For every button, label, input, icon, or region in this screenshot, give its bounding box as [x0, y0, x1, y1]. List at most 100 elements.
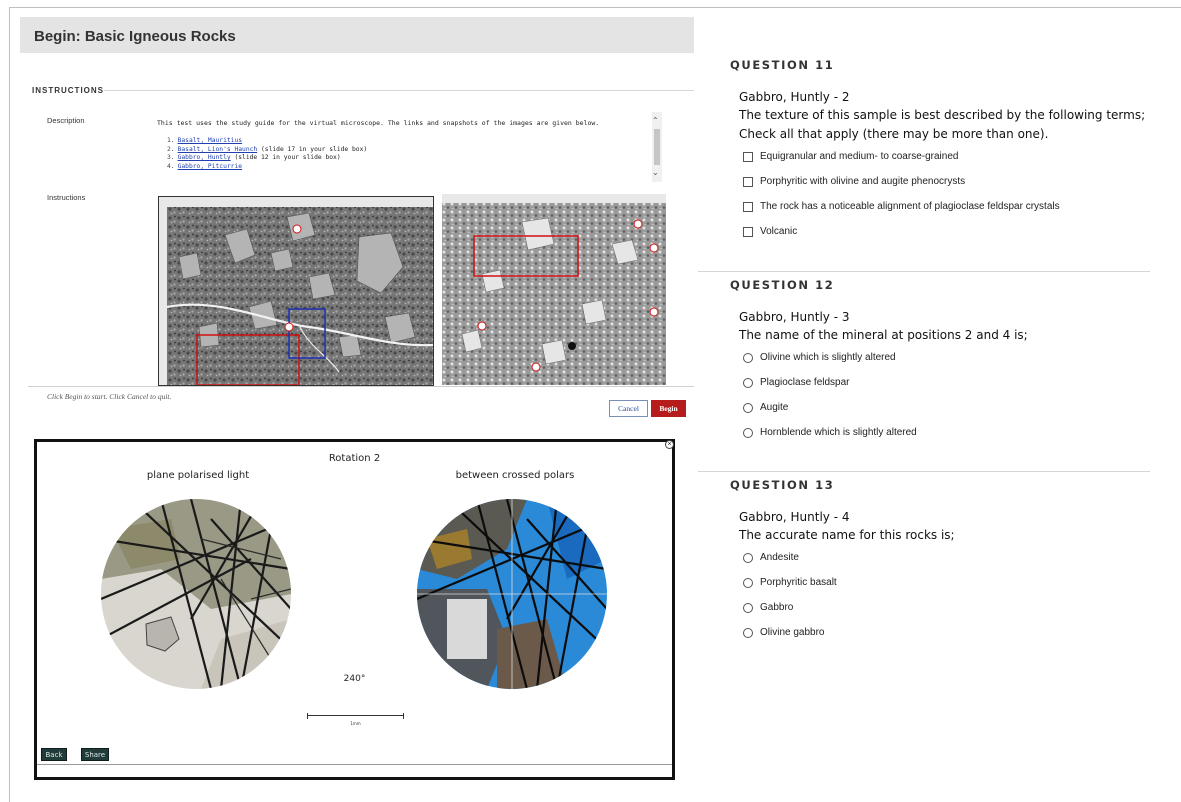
radio-icon[interactable]	[743, 627, 753, 638]
begin-button[interactable]: Begin	[651, 400, 686, 417]
question-text: The name of the mineral at positions 2 a…	[739, 328, 1028, 342]
list-note: (slide 17 in your slide box)	[257, 145, 368, 153]
list-item: 3. Gabbro, Huntly (slide 12 in your slide…	[167, 154, 367, 163]
radio-icon[interactable]	[743, 552, 753, 563]
test-title: Begin: Basic Igneous Rocks	[34, 28, 236, 45]
option-label: Hornblende which is slightly altered	[760, 427, 917, 438]
option-gabbro[interactable]: Gabbro	[743, 595, 1150, 620]
scale-bar	[307, 713, 404, 719]
option-label: Volcanic	[760, 226, 798, 237]
list-number: 3.	[167, 154, 175, 161]
radio-icon[interactable]	[743, 352, 753, 363]
link-basalt-mauritius[interactable]: Basalt, Mauritius	[178, 137, 242, 144]
option-hornblende[interactable]: Hornblende which is slightly altered	[743, 420, 1150, 445]
question-text: The texture of this sample is best descr…	[739, 108, 1146, 141]
question-12: QUESTION 12 Gabbro, Huntly - 3 The name …	[730, 278, 1150, 445]
option-list: Olivine which is slightly altered Plagio…	[743, 345, 1150, 445]
test-header: Begin: Basic Igneous Rocks	[20, 17, 694, 53]
instructions-heading: INSTRUCTIONS	[32, 86, 104, 95]
link-basalt-lions-haunch[interactable]: Basalt, Lion's Haunch	[178, 146, 258, 153]
option-label: Olivine which is slightly altered	[760, 352, 896, 363]
scale-bar-line	[308, 715, 403, 716]
checkbox-icon[interactable]	[743, 151, 753, 162]
question-11: QUESTION 11 Gabbro, Huntly - 2 The textu…	[730, 58, 1150, 244]
frame-top-border	[9, 7, 1181, 8]
back-button[interactable]: Back	[41, 748, 67, 761]
question-divider	[698, 271, 1150, 272]
option-label: Porphyritic with olivine and augite phen…	[760, 176, 966, 187]
option-list: Equigranular and medium- to coarse-grain…	[743, 144, 1150, 244]
list-note: (slide 12 in your slide box)	[230, 154, 341, 161]
list-number: 4.	[167, 162, 175, 170]
option-label: Olivine gabbro	[760, 627, 825, 638]
frame-left-border	[9, 7, 10, 802]
xpl-view[interactable]	[417, 499, 607, 689]
close-icon[interactable]: ×	[665, 440, 674, 449]
list-item: 4. Gabbro, Pitcurrie	[167, 163, 367, 172]
checkbox-icon[interactable]	[743, 201, 753, 212]
option-equigranular[interactable]: Equigranular and medium- to coarse-grain…	[743, 144, 1150, 169]
option-label: Gabbro	[760, 602, 794, 613]
option-label: Porphyritic basalt	[760, 577, 837, 588]
option-label: Andesite	[760, 552, 799, 563]
option-porphyritic-basalt[interactable]: Porphyritic basalt	[743, 570, 1150, 595]
viewer-footer-divider	[37, 764, 672, 765]
question-heading: Gabbro, Huntly - 2	[739, 90, 850, 104]
cancel-button[interactable]: Cancel	[609, 400, 648, 417]
footer-divider	[28, 386, 694, 387]
thin-section-image-b	[442, 194, 666, 385]
checkbox-icon[interactable]	[743, 176, 753, 187]
description-text: This test uses the study guide for the v…	[157, 119, 600, 127]
option-label: Augite	[760, 402, 789, 413]
checkbox-icon[interactable]	[743, 226, 753, 237]
link-gabbro-pitcurrie[interactable]: Gabbro, Pitcurrie	[178, 163, 242, 170]
list-item: 1. Basalt, Mauritius	[167, 137, 367, 146]
radio-icon[interactable]	[743, 427, 753, 438]
question-heading: Gabbro, Huntly - 3	[739, 310, 850, 324]
radio-icon[interactable]	[743, 402, 753, 413]
scroll-down-icon[interactable]: ⌄	[652, 168, 659, 177]
thin-section-image-a	[158, 196, 434, 386]
share-button[interactable]: Share	[81, 748, 109, 761]
option-label: Plagioclase feldspar	[760, 377, 850, 388]
question-13: QUESTION 13 Gabbro, Huntly - 4 The accur…	[730, 478, 1150, 645]
scroll-up-icon[interactable]: ⌃	[652, 116, 659, 125]
option-label: Equigranular and medium- to coarse-grain…	[760, 151, 959, 162]
option-volcanic[interactable]: Volcanic	[743, 219, 1150, 244]
list-number: 2.	[167, 145, 175, 153]
option-olivine-gabbro[interactable]: Olivine gabbro	[743, 620, 1150, 645]
option-alignment[interactable]: The rock has a noticeable alignment of p…	[743, 194, 1150, 219]
rotation-angle: 240°	[343, 674, 366, 684]
question-divider	[698, 471, 1150, 472]
microscope-viewer: × Rotation 2 plane polarised light betwe…	[34, 439, 675, 780]
link-gabbro-huntly[interactable]: Gabbro, Huntly	[178, 154, 231, 161]
list-number: 1.	[167, 137, 175, 144]
slide-link-list: 1. Basalt, Mauritius 2. Basalt, Lion's Hau…	[167, 137, 367, 171]
radio-icon[interactable]	[743, 377, 753, 388]
question-number: QUESTION 13	[730, 478, 835, 492]
list-item: 2. Basalt, Lion's Haunch (slide 17 in you…	[167, 146, 367, 155]
radio-icon[interactable]	[743, 577, 753, 588]
xpl-label: between crossed polars	[455, 470, 575, 481]
ppl-view[interactable]	[101, 499, 291, 689]
begin-hint: Click Begin to start. Click Cancel to qu…	[47, 392, 172, 401]
question-heading: Gabbro, Huntly - 4	[739, 510, 850, 524]
scale-bar-label: 1mm	[350, 721, 361, 726]
option-augite[interactable]: Augite	[743, 395, 1150, 420]
option-olivine-altered[interactable]: Olivine which is slightly altered	[743, 345, 1150, 370]
question-number: QUESTION 11	[730, 58, 835, 72]
test-panel: Begin: Basic Igneous Rocks INSTRUCTIONS …	[20, 15, 694, 423]
option-plagioclase[interactable]: Plagioclase feldspar	[743, 370, 1150, 395]
ppl-label: plane polarised light	[146, 470, 250, 481]
question-number: QUESTION 12	[730, 278, 835, 292]
option-andesite[interactable]: Andesite	[743, 545, 1150, 570]
scrollbar-thumb[interactable]	[654, 129, 660, 165]
instructions-label: Instructions	[47, 193, 86, 202]
radio-icon[interactable]	[743, 602, 753, 613]
question-text: The accurate name for this rocks is;	[739, 528, 955, 542]
option-list: Andesite Porphyritic basalt Gabbro Olivi…	[743, 545, 1150, 645]
option-porphyritic[interactable]: Porphyritic with olivine and augite phen…	[743, 169, 1150, 194]
rotation-title: Rotation 2	[328, 453, 381, 464]
instructions-divider	[104, 90, 694, 91]
description-label: Description	[47, 116, 85, 125]
